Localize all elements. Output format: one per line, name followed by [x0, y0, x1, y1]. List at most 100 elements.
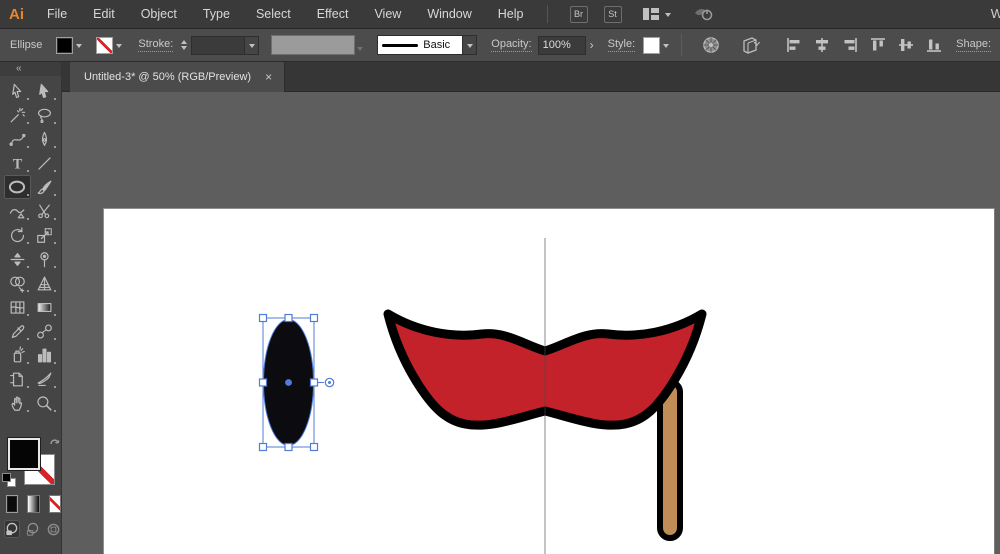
- type-tool[interactable]: T: [4, 151, 31, 175]
- opacity-value-field[interactable]: 100%: [538, 36, 586, 55]
- curvature-tool[interactable]: [4, 127, 31, 151]
- menu-view[interactable]: View: [361, 7, 414, 21]
- adobe-stock-button[interactable]: St: [604, 6, 622, 23]
- menu-object[interactable]: Object: [128, 7, 190, 21]
- tools-panel: « T: [0, 62, 62, 554]
- color-button[interactable]: [6, 495, 18, 513]
- shaper-tool[interactable]: [4, 199, 31, 223]
- close-icon[interactable]: ×: [265, 70, 272, 84]
- magic-wand-tool[interactable]: [4, 103, 31, 127]
- menu-file[interactable]: File: [34, 7, 80, 21]
- workspace-switcher[interactable]: [642, 7, 671, 21]
- mesh-tool[interactable]: [4, 295, 31, 319]
- puppet-warp-tool[interactable]: [31, 247, 58, 271]
- menu-edit[interactable]: Edit: [80, 7, 128, 21]
- artboard-tool-icon: [8, 370, 27, 389]
- pen-tool[interactable]: [31, 127, 58, 151]
- shape-builder-icon: [8, 274, 27, 293]
- swap-colors-icon[interactable]: [48, 435, 62, 449]
- graphic-style-picker[interactable]: [643, 37, 669, 54]
- align-horizontal-center-icon[interactable]: [814, 37, 830, 53]
- hand-tool[interactable]: [4, 391, 31, 415]
- menu-select[interactable]: Select: [243, 7, 304, 21]
- go-to-bridge-button[interactable]: Br: [570, 6, 588, 23]
- stepper-up-icon[interactable]: [181, 37, 187, 44]
- brush-definition-field[interactable]: Basic: [377, 35, 463, 55]
- arrange-documents-button[interactable]: [740, 36, 764, 55]
- draw-behind-button[interactable]: [25, 520, 41, 538]
- stroke-weight-value[interactable]: [191, 36, 245, 55]
- shape-builder-tool[interactable]: [4, 271, 31, 295]
- menu-help[interactable]: Help: [485, 7, 537, 21]
- paintbrush-tool[interactable]: [31, 175, 58, 199]
- align-top-icon[interactable]: [870, 37, 886, 53]
- brush-definition-label: Basic: [423, 39, 450, 51]
- menu-window[interactable]: Window: [414, 7, 484, 21]
- stepper-down-icon[interactable]: [181, 46, 187, 53]
- rotate-tool[interactable]: [4, 223, 31, 247]
- gradient-tool[interactable]: [31, 295, 58, 319]
- column-graph-icon: [35, 346, 54, 365]
- selection-tool[interactable]: [4, 79, 31, 103]
- brush-definition-dropdown[interactable]: [463, 35, 477, 55]
- stroke-weight-dropdown[interactable]: [245, 36, 259, 55]
- width-tool[interactable]: [4, 247, 31, 271]
- perspective-grid-icon: [35, 274, 54, 293]
- document-tab[interactable]: Untitled-3* @ 50% (RGB/Preview) ×: [70, 62, 285, 92]
- recolor-artwork-button[interactable]: [702, 36, 720, 54]
- perspective-grid-tool[interactable]: [31, 271, 58, 295]
- scale-tool[interactable]: [31, 223, 58, 247]
- blend-tool[interactable]: [31, 319, 58, 343]
- artboard-tool[interactable]: [4, 367, 31, 391]
- gpu-performance-button[interactable]: [693, 5, 715, 23]
- ellipse-tool[interactable]: [4, 175, 31, 199]
- draw-normal-button[interactable]: [4, 520, 20, 538]
- slice-tool[interactable]: [31, 367, 58, 391]
- fill-color-picker[interactable]: [56, 37, 82, 54]
- shape-label[interactable]: Shape:: [956, 38, 991, 52]
- draw-behind-icon: [25, 522, 40, 537]
- stroke-color-swatch[interactable]: [96, 37, 113, 54]
- mask-stick-shape[interactable]: [660, 382, 680, 538]
- illustrator-logo: Ai: [0, 6, 34, 23]
- menubar-divider: [547, 5, 548, 23]
- align-bottom-icon[interactable]: [926, 37, 942, 53]
- fill-color-indicator[interactable]: [7, 437, 41, 471]
- direct-selection-tool[interactable]: [31, 79, 58, 103]
- zoom-tool[interactable]: [31, 391, 58, 415]
- align-vertical-center-icon[interactable]: [898, 37, 914, 53]
- line-segment-tool[interactable]: [31, 151, 58, 175]
- stroke-color-picker[interactable]: [96, 37, 122, 54]
- brush-definition-combo[interactable]: Basic: [363, 35, 477, 55]
- graphic-style-swatch[interactable]: [643, 37, 660, 54]
- chevron-down-icon: [116, 44, 122, 51]
- menu-type[interactable]: Type: [190, 7, 243, 21]
- graphic-style-label[interactable]: Style:: [608, 38, 636, 52]
- align-right-icon[interactable]: [842, 37, 858, 53]
- gradient-button[interactable]: [27, 495, 39, 513]
- column-graph-tool[interactable]: [31, 343, 58, 367]
- opacity-label[interactable]: Opacity:: [491, 38, 531, 52]
- draw-inside-button[interactable]: [45, 520, 61, 538]
- stroke-weight-label[interactable]: Stroke:: [138, 38, 173, 52]
- control-bar: Ellipse Stroke: Basic Opacity: 100% › S: [0, 29, 1000, 62]
- menu-effect[interactable]: Effect: [304, 7, 362, 21]
- svg-text:T: T: [12, 156, 22, 172]
- canvas-pasteboard[interactable]: [62, 92, 1000, 554]
- none-button[interactable]: [49, 495, 61, 513]
- lasso-tool[interactable]: [31, 103, 58, 127]
- opacity-expand-icon[interactable]: ›: [590, 38, 594, 52]
- stroke-weight-combo[interactable]: [191, 36, 259, 55]
- selection-center-point[interactable]: [285, 379, 292, 386]
- eyedropper-tool[interactable]: [4, 319, 31, 343]
- collapse-panel-button[interactable]: «: [0, 62, 61, 76]
- scissors-tool[interactable]: [31, 199, 58, 223]
- symbol-sprayer-tool[interactable]: [4, 343, 31, 367]
- tool-grid: T: [0, 79, 61, 415]
- fill-color-swatch[interactable]: [56, 37, 73, 54]
- chevron-down-icon: [76, 44, 82, 51]
- align-left-icon[interactable]: [786, 37, 802, 53]
- eyedropper-icon: [8, 322, 27, 341]
- stroke-weight-stepper[interactable]: [181, 37, 187, 53]
- default-fill-stroke-icon[interactable]: [2, 473, 16, 487]
